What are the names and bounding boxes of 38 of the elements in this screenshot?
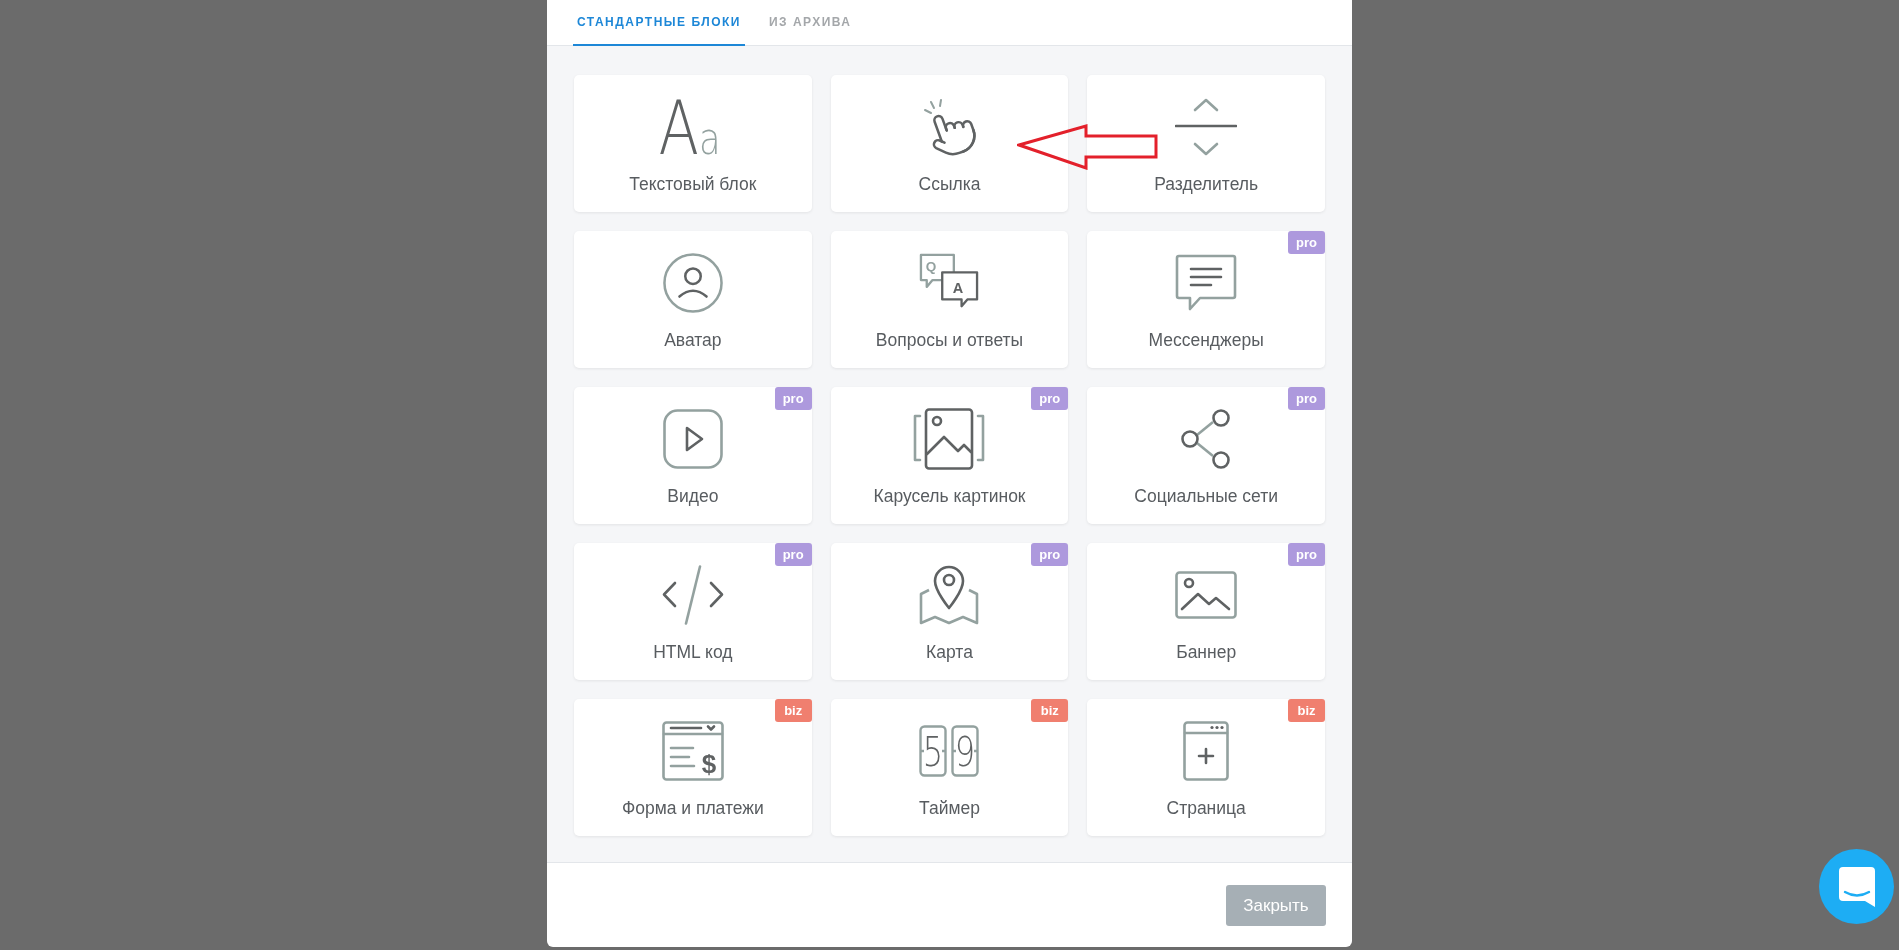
plan-badge: pro xyxy=(1288,231,1325,254)
plan-badge: pro xyxy=(774,543,812,566)
chevrons-line-icon xyxy=(1175,98,1238,156)
form-dollar-icon: $ xyxy=(661,721,724,781)
map-pin-icon xyxy=(919,565,980,625)
block-card[interactable]: Видео pro xyxy=(574,387,812,524)
page-plus-icon xyxy=(1183,721,1230,781)
code-icon xyxy=(661,565,724,625)
block-card[interactable]: Ссылка xyxy=(830,75,1069,212)
block-card[interactable]: Aa Текстовый блок xyxy=(574,75,812,212)
plan-badge: pro xyxy=(1288,387,1325,410)
block-card[interactable]: $ Форма и платежи biz xyxy=(574,699,812,836)
plan-badge: pro xyxy=(1288,543,1325,566)
plan-badge: biz xyxy=(774,699,812,722)
message-icon xyxy=(1175,254,1238,312)
block-card[interactable]: Страница biz xyxy=(1087,699,1325,836)
picture-frames-icon xyxy=(913,408,986,470)
plan-badge: pro xyxy=(1031,543,1069,566)
plan-badge: pro xyxy=(774,387,812,410)
block-card[interactable]: Карта pro xyxy=(830,543,1069,680)
plan-badge: biz xyxy=(1288,699,1325,722)
block-card[interactable]: 5 9 Таймер biz xyxy=(830,699,1069,836)
block-card[interactable]: Социальные сети pro xyxy=(1087,387,1325,524)
block-card[interactable]: Разделитель xyxy=(1087,75,1325,212)
block-card[interactable]: HTML код pro xyxy=(574,543,812,680)
block-card[interactable]: Баннер pro xyxy=(1087,543,1325,680)
share-icon xyxy=(1181,408,1232,470)
play-icon xyxy=(662,409,723,469)
block-card[interactable]: Q A Вопросы и ответы xyxy=(830,231,1069,368)
block-card[interactable]: Мессенджеры pro xyxy=(1087,231,1325,368)
plan-badge: pro xyxy=(1031,387,1069,410)
chat-bubble-icon xyxy=(1838,866,1875,907)
user-icon xyxy=(662,253,723,313)
image-icon xyxy=(1175,571,1238,619)
block-card[interactable]: Аватар xyxy=(574,231,812,368)
block-card[interactable]: Карусель картинок pro xyxy=(830,387,1069,524)
letters-icon: Aa xyxy=(656,97,729,157)
plan-badge: biz xyxy=(1031,699,1069,722)
